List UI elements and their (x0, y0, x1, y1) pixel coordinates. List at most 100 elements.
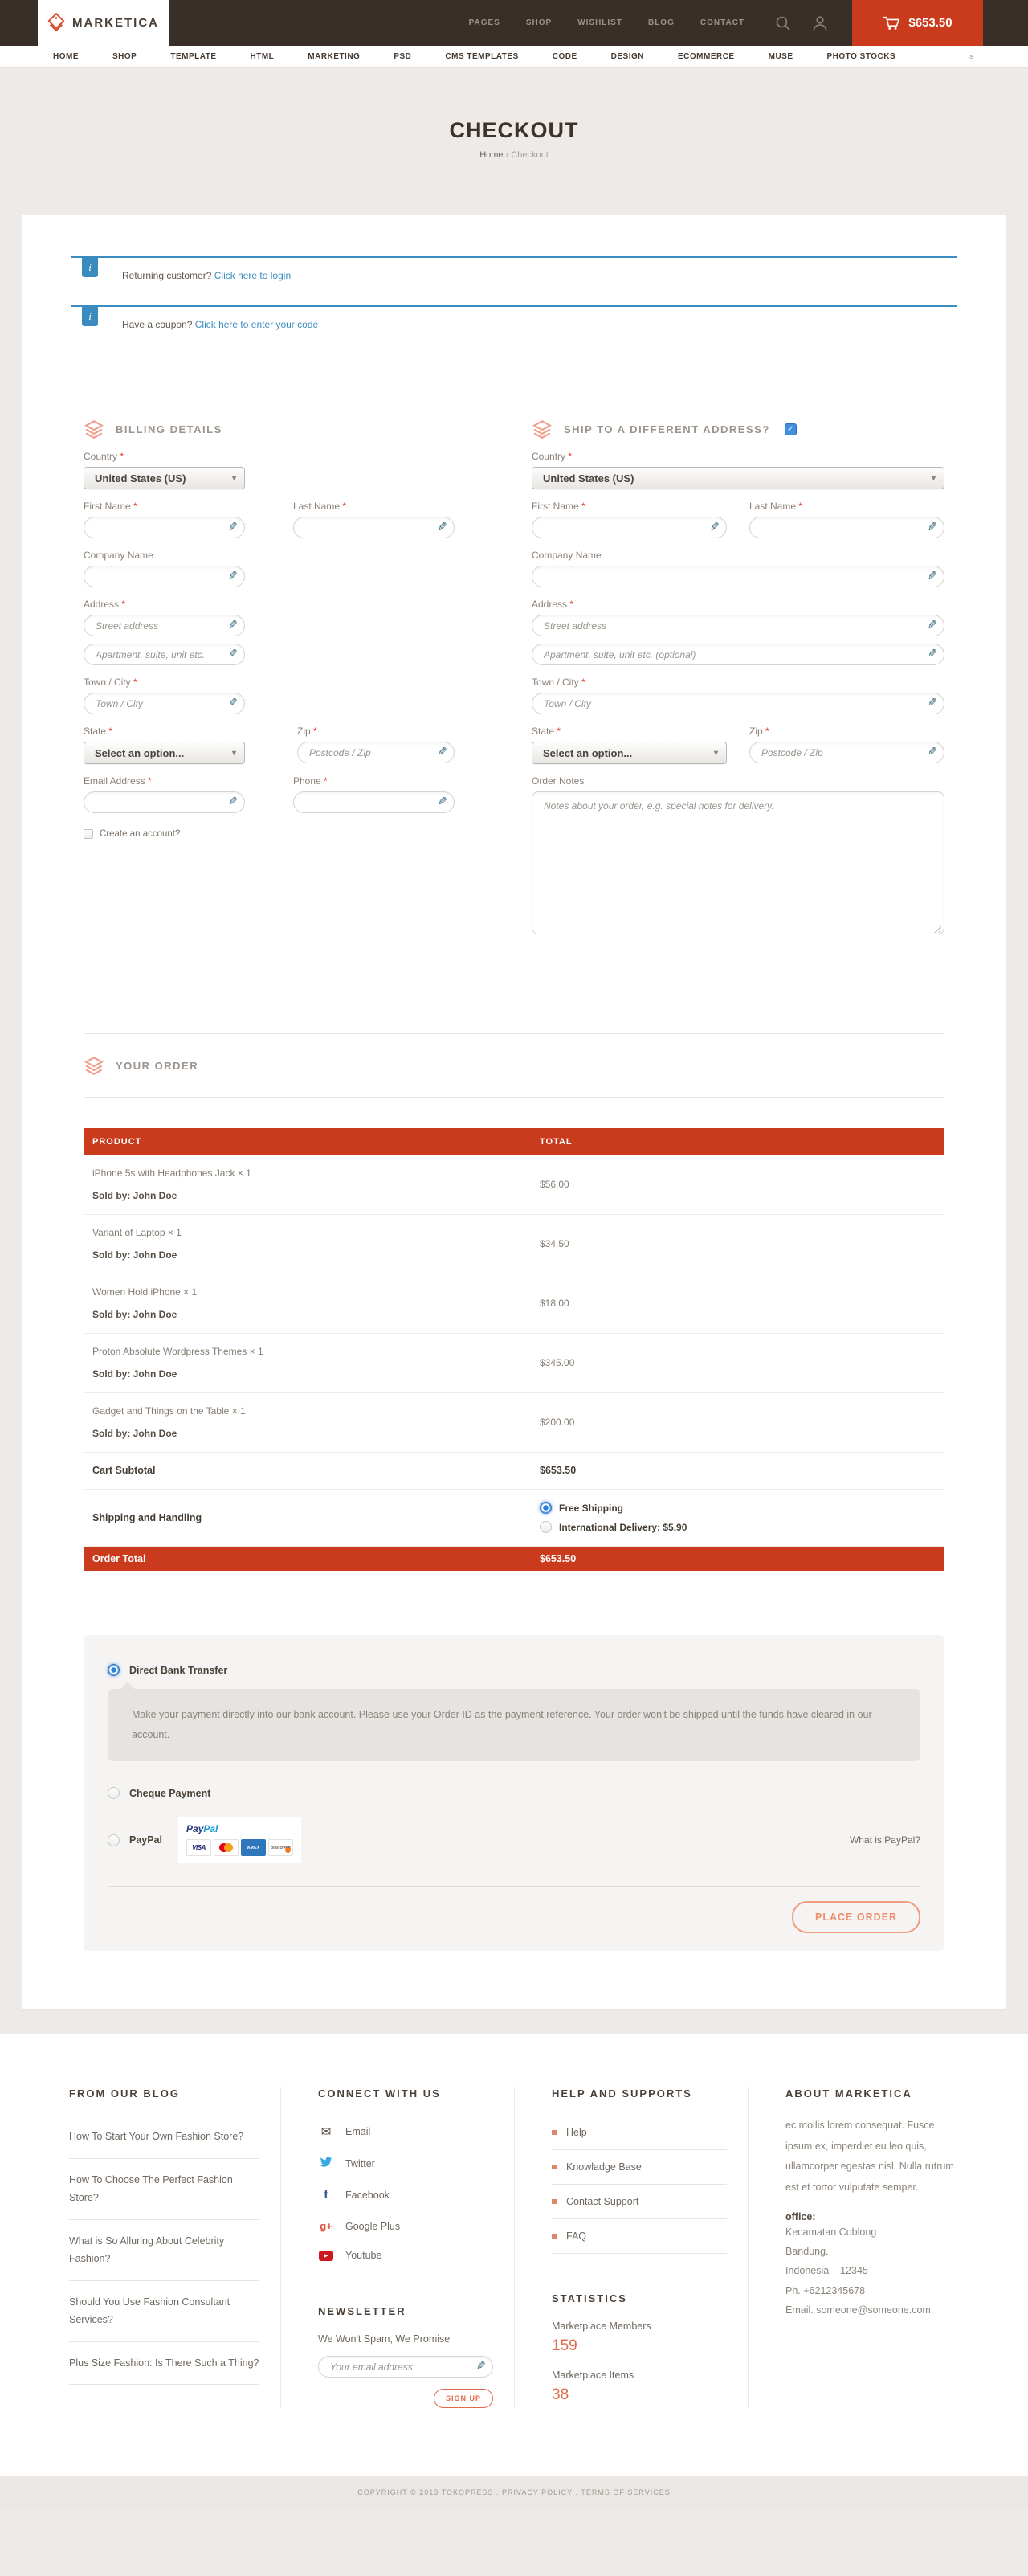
logo[interactable]: MARKETICA (38, 0, 169, 46)
order-row: Gadget and Things on the Table × 1 Sold … (84, 1393, 944, 1453)
help-link[interactable]: Knowladge Base (552, 2150, 727, 2185)
product-name: iPhone 5s with Headphones Jack × 1 (92, 1167, 540, 1179)
billing-state-select[interactable]: Select an option... ▾ (84, 742, 245, 764)
office-label: office: (785, 2211, 961, 2222)
place-order-button[interactable]: PLACE ORDER (792, 1901, 920, 1933)
blog-link[interactable]: How To Start Your Own Fashion Store? (69, 2116, 259, 2159)
your-order-title: YOUR ORDER (116, 1060, 198, 1072)
shipping-state-select[interactable]: Select an option... ▾ (532, 742, 727, 764)
what-is-paypal-link[interactable]: What is PayPal? (850, 1834, 920, 1846)
nav-item-cms-templates[interactable]: CMS TEMPLATES (445, 52, 518, 61)
billing-apartment-input[interactable] (84, 644, 245, 665)
billing-zip-input[interactable] (297, 742, 455, 763)
billing-street-input[interactable] (84, 615, 245, 636)
order-notes-textarea[interactable] (532, 791, 944, 934)
billing-country-select[interactable]: United States (US) ▾ (84, 467, 245, 489)
billing-email-input[interactable] (84, 791, 245, 813)
billing-town-input[interactable] (84, 693, 245, 714)
nav-item-marketing[interactable]: MARKETING (308, 52, 360, 61)
shipping-country-select[interactable]: United States (US) ▾ (532, 467, 944, 489)
blog-link[interactable]: Plus Size Fashion: Is There Such a Thing… (69, 2342, 259, 2386)
radio-unselected[interactable] (108, 1834, 120, 1846)
coupon-link[interactable]: Click here to enter your code (195, 319, 318, 330)
nav-item-template[interactable]: TEMPLATE (170, 52, 216, 61)
shipping-last-name-field: Last Name * ✎ (749, 501, 944, 538)
billing-first-name-input[interactable] (84, 517, 245, 538)
search-icon[interactable] (775, 15, 791, 31)
social-link-youtube[interactable]: ▶ Youtube (318, 2241, 493, 2270)
layers-icon (84, 1055, 104, 1076)
help-link[interactable]: Contact Support (552, 2185, 727, 2219)
social-link-twitter[interactable]: Twitter (318, 2148, 493, 2179)
blog-link[interactable]: What is So Alluring About Celebrity Fash… (69, 2220, 259, 2281)
product-seller: Sold by: John Doe (92, 1368, 540, 1380)
billing-phone-field: Phone * ✎ (293, 775, 455, 813)
login-link[interactable]: Click here to login (214, 270, 291, 281)
social-link-email[interactable]: ✉ Email (318, 2116, 493, 2148)
billing-company-input[interactable] (84, 566, 245, 587)
sign-up-button[interactable]: SIGN UP (434, 2389, 493, 2408)
top-nav-item-pages[interactable]: PAGES (469, 18, 500, 27)
nav-item-design[interactable]: DESIGN (611, 52, 644, 61)
address-line: Ph. +6212345678 (785, 2281, 961, 2300)
paypal-cards-image[interactable]: PayPal VISA AMEX DISCOVER (178, 1817, 301, 1863)
social-link-google-plus[interactable]: g+ Google Plus (318, 2211, 493, 2241)
shipping-section: SHIP TO A DIFFERENT ADDRESS? ✓ Country *… (532, 399, 944, 938)
blog-link[interactable]: How To Choose The Perfect Fashion Store? (69, 2159, 259, 2220)
user-icon[interactable] (812, 15, 828, 31)
radio-selected[interactable] (108, 1664, 120, 1676)
breadcrumb-home[interactable]: Home (479, 150, 503, 160)
shipping-company-input[interactable] (532, 566, 944, 587)
billing-phone-input[interactable] (293, 791, 455, 813)
shipping-first-name-input[interactable] (532, 517, 727, 538)
nav-item-html[interactable]: HTML (251, 52, 275, 61)
ship-to-different-checkbox[interactable]: ✓ (785, 423, 797, 435)
newsletter-email-input[interactable] (318, 2356, 493, 2378)
page-head: CHECKOUT Home › Checkout (0, 68, 1028, 215)
shipping-zip-input[interactable] (749, 742, 944, 763)
top-nav-item-shop[interactable]: SHOP (526, 18, 552, 27)
coupon-notice-text: Have a coupon? (122, 319, 192, 330)
nav-item-shop[interactable]: SHOP (112, 52, 137, 61)
create-account-checkbox[interactable] (84, 829, 93, 839)
nav-item-psd[interactable]: PSD (394, 52, 411, 61)
nav-item-muse[interactable]: MUSE (769, 52, 793, 61)
shipping-option-international[interactable]: International Delivery: $5.90 (540, 1521, 944, 1533)
radio-selected[interactable] (540, 1502, 552, 1514)
chevron-down-icon: ▾ (232, 474, 236, 483)
help-link[interactable]: FAQ (552, 2219, 727, 2254)
cart-total: $653.50 (908, 16, 952, 30)
payment-option-cheque[interactable]: Cheque Payment (108, 1787, 920, 1799)
radio-unselected[interactable] (540, 1521, 552, 1533)
nav-item-ecommerce[interactable]: ECOMMERCE (678, 52, 735, 61)
shipping-street-input[interactable] (532, 615, 944, 636)
shipping-apartment-input[interactable] (532, 644, 944, 665)
top-nav-item-contact[interactable]: CONTACT (700, 18, 744, 27)
product-seller: Sold by: John Doe (92, 1249, 540, 1261)
radio-unselected[interactable] (108, 1787, 120, 1799)
nav-more-chevron-icon[interactable]: » (967, 54, 978, 59)
shipping-town-input[interactable] (532, 693, 944, 714)
state-label: State * (84, 726, 245, 737)
help-link[interactable]: Help (552, 2116, 727, 2150)
last-name-label: Last Name * (293, 501, 455, 512)
payment-option-paypal[interactable]: PayPal PayPal VISA AMEX DISCOVER What is… (108, 1817, 920, 1863)
blog-link[interactable]: Should You Use Fashion Consultant Servic… (69, 2281, 259, 2342)
product-total: $34.50 (540, 1238, 944, 1249)
top-nav-item-blog[interactable]: BLOG (648, 18, 675, 27)
shipping-last-name-input[interactable] (749, 517, 944, 538)
billing-last-name-input[interactable] (293, 517, 455, 538)
nav-item-code[interactable]: CODE (553, 52, 577, 61)
product-name: Variant of Laptop × 1 (92, 1227, 540, 1238)
cart-button[interactable]: $653.50 (852, 0, 983, 46)
nav-item-photo-stocks[interactable]: PHOTO STOCKS (827, 52, 896, 61)
nav-item-home[interactable]: HOME (53, 52, 79, 61)
order-total-label: Order Total (92, 1553, 540, 1564)
shipping-option-free[interactable]: Free Shipping (540, 1502, 944, 1514)
top-nav-item-wishlist[interactable]: WISHLIST (577, 18, 622, 27)
social-link-facebook[interactable]: f Facebook (318, 2179, 493, 2211)
layers-icon (84, 419, 104, 440)
payment-option-bank[interactable]: Direct Bank Transfer (108, 1664, 920, 1676)
product-total: $56.00 (540, 1179, 944, 1190)
billing-section: BILLING DETAILS Country * United States … (84, 399, 455, 938)
